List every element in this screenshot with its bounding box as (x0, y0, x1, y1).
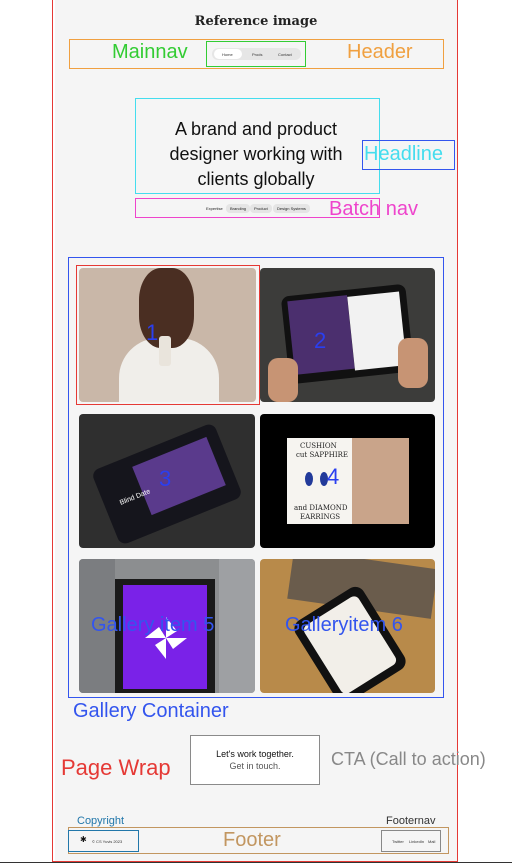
cta-line-2: Get in touch. (229, 761, 281, 771)
page-wrap-label: Page Wrap (61, 755, 171, 780)
batch-item-expertise[interactable]: Expertise (202, 204, 227, 213)
gallery-number-3: 3 (159, 466, 172, 491)
header-label: Header (347, 41, 413, 63)
batch-item-product[interactable]: Product (250, 204, 272, 213)
gallery-number-4: 4 (327, 464, 340, 489)
ad-line-2: cut SAPPHIRE (296, 451, 348, 459)
hand-right (398, 338, 428, 388)
footer-label: Footer (223, 829, 281, 851)
gallery-item-2[interactable]: 2 (260, 268, 435, 402)
cta-label: CTA (Call to action) (331, 749, 486, 769)
gallery-container-label: Gallery Container (73, 700, 229, 722)
mainnav-item-contact[interactable]: Contact (278, 52, 292, 57)
ad-line-3: and DIAMOND (294, 504, 348, 512)
hand-left (268, 358, 298, 402)
footer-nav-twitter[interactable]: Twitter (392, 839, 404, 844)
hero-line-2: designer working with (169, 144, 343, 164)
ad-line-1: CUSHION (300, 442, 337, 450)
metal-panel-right (219, 559, 255, 693)
headline-label: Headline (364, 143, 443, 165)
mainnav-label: Mainnav (112, 41, 188, 63)
gallery-item-5-label: Gallery item 5 (91, 614, 215, 636)
hero-line-3: clients globally (197, 169, 315, 189)
gallery-item-3[interactable]: Blind Date 3 (79, 414, 255, 548)
hero-line-1: A brand and product (174, 119, 338, 139)
mainnav-item-home[interactable]: Home (222, 52, 233, 57)
gallery-item-1-highlight (76, 265, 260, 405)
copyright-logo-icon: ✱ (80, 835, 87, 844)
model-photo (352, 438, 409, 524)
earring-1-icon (305, 472, 313, 486)
hero-headline: A brand and product designer working wit… (136, 117, 376, 192)
gallery-item-4[interactable]: CUSHION cut SAPPHIRE and DIAMOND EARRING… (260, 414, 435, 548)
footer-nav-mail[interactable]: Mail (428, 839, 435, 844)
batch-nav-label: Batch nav (329, 198, 418, 220)
ad-line-4: EARRINGS (300, 513, 340, 521)
footer-nav-linkedin[interactable]: LinkedIn (409, 839, 424, 844)
gallery-number-2: 2 (314, 328, 327, 353)
copyright-text: © CS Yuvis 2023 (92, 839, 123, 844)
batch-item-design-systems[interactable]: Design Systems (273, 204, 310, 213)
cta-box[interactable]: Let's work together. Get in touch. (190, 735, 320, 785)
page-title: Reference image (194, 14, 318, 29)
mainnav-item-prods[interactable]: Prods (252, 52, 262, 57)
copyright-label: Copyright (77, 815, 125, 827)
batch-item-branding[interactable]: Branding (226, 204, 251, 213)
footernav-label: Footernav (386, 815, 436, 827)
gallery-item-6-label: Galleryitem 6 (285, 614, 403, 636)
cta-line-1: Let's work together. (216, 749, 294, 759)
